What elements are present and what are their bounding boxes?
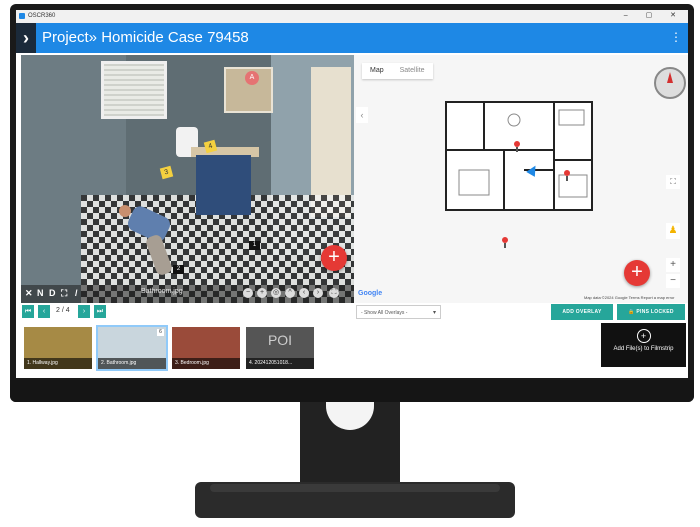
- map-attribution[interactable]: Map data ©2024 Google Terms Report a map…: [584, 295, 674, 300]
- filmstrip-item[interactable]: 3. Bedroom.jpg: [172, 327, 240, 369]
- first-page-button[interactable]: ⏮: [22, 305, 34, 318]
- add-hotspot-button[interactable]: +: [321, 245, 347, 271]
- scene-vanity: [196, 155, 251, 215]
- plus-circle-icon: +: [636, 329, 651, 343]
- tab-map[interactable]: Map: [362, 63, 392, 78]
- street-view-icon[interactable]: ♟: [666, 223, 680, 239]
- window-title: OSCR360: [28, 13, 56, 19]
- add-overlay-button[interactable]: ADD OVERLAY: [551, 304, 613, 320]
- zoom-in-icon[interactable]: +: [257, 288, 267, 298]
- window-titlebar: OSCR360 – ▢ ✕: [16, 10, 688, 23]
- map-pane[interactable]: Map Satellite ‹ ⛶ ♟ + − + Google Map data…: [354, 55, 688, 303]
- monitor-stand-base-top: [210, 484, 500, 492]
- zoom-out-icon[interactable]: −: [243, 288, 253, 298]
- hotspot-pin[interactable]: A: [245, 71, 259, 85]
- app-icon: [19, 13, 25, 19]
- caret-down-icon: ▾: [432, 310, 436, 316]
- app-header: › Project» Homicide Case 79458 ⋮: [16, 23, 688, 53]
- map-fullscreen-icon[interactable]: ⛶: [666, 175, 680, 189]
- page-counter: 2 / 4: [56, 307, 70, 314]
- filmstrip-item[interactable]: POI 4. 202412051018...: [246, 327, 314, 369]
- map-zoom-in-button[interactable]: +: [666, 258, 680, 272]
- filmstrip-item-label: 4. 202412051018...: [246, 358, 314, 369]
- monitor-chin: [10, 380, 694, 402]
- google-logo: Google: [358, 290, 383, 297]
- filmstrip: 1. Hallway.jpg 6 2. Bathroom.jpg 3. Bedr…: [16, 323, 688, 378]
- map-pin[interactable]: [564, 170, 570, 181]
- close-tool-icon[interactable]: ✕: [25, 288, 33, 299]
- filmstrip-item[interactable]: 6 2. Bathroom.jpg: [96, 325, 168, 371]
- map-type-tabs: Map Satellite: [362, 63, 433, 79]
- floorplan-diagram: [445, 101, 593, 211]
- next-page-button[interactable]: ›: [78, 305, 90, 318]
- poi-placeholder: POI: [267, 332, 293, 348]
- evidence-tag-2[interactable]: 2: [173, 265, 184, 274]
- arrow-left-icon[interactable]: ‹: [299, 288, 309, 298]
- tab-satellite[interactable]: Satellite: [392, 63, 433, 78]
- overlays-select[interactable]: - Show All Overlays - ▾: [356, 305, 441, 319]
- project-title: Project» Homicide Case 79458: [42, 29, 249, 46]
- arrow-right-icon[interactable]: ›: [313, 288, 323, 298]
- add-map-pin-button[interactable]: +: [624, 260, 650, 286]
- controls-row: ⏮ ‹ 2 / 4 › ⏭ - Show All Overlays - ▾ AD…: [16, 304, 688, 322]
- kebab-menu-icon[interactable]: ⋮: [670, 30, 682, 44]
- fullscreen-viewer-icon[interactable]: ⛶: [329, 288, 339, 298]
- map-pin[interactable]: [514, 141, 520, 152]
- last-page-button[interactable]: ⏭: [94, 305, 106, 318]
- add-files-button[interactable]: + Add File(s) to Filmstrip: [601, 323, 686, 367]
- evidence-marker-3[interactable]: 3: [159, 165, 174, 180]
- filmstrip-item-label: 1. Hallway.jpg: [24, 358, 92, 369]
- add-files-label: Add File(s) to Filmstrip: [613, 346, 674, 352]
- arrow-up-icon[interactable]: ^: [285, 288, 295, 298]
- filmstrip-item[interactable]: 1. Hallway.jpg: [24, 327, 92, 369]
- current-filename: Bathroom.jpg: [141, 288, 183, 295]
- collapse-panel-icon[interactable]: ‹: [356, 107, 368, 123]
- prev-page-button[interactable]: ‹: [38, 305, 50, 318]
- frame-tool-icon[interactable]: ⛶: [61, 288, 67, 299]
- pins-locked-button[interactable]: 🔒 PINS LOCKED: [617, 304, 685, 320]
- scene-window: [101, 61, 167, 119]
- north-tool-icon[interactable]: N: [37, 288, 44, 298]
- chevron-right-icon[interactable]: ›: [16, 23, 36, 53]
- distance-tool-icon[interactable]: D: [49, 288, 56, 298]
- map-pin[interactable]: [502, 237, 508, 248]
- overlays-select-value: - Show All Overlays -: [361, 310, 408, 316]
- app-screen: OSCR360 – ▢ ✕ › Project» Homicide Case 7…: [16, 10, 688, 378]
- compass-icon[interactable]: [654, 67, 686, 99]
- window-controls[interactable]: – ▢ ✕: [624, 11, 684, 19]
- filmstrip-item-label: 2. Bathroom.jpg: [98, 358, 166, 369]
- filmstrip-item-label: 3. Bedroom.jpg: [172, 358, 240, 369]
- panorama-viewer[interactable]: A 4 3 1 2 + ✕ N D ⛶ / Bathroom.jpg − + ◎…: [21, 55, 354, 303]
- map-zoom-out-button[interactable]: −: [666, 274, 680, 288]
- evidence-tag-1[interactable]: 1: [249, 241, 260, 250]
- reset-view-icon[interactable]: ◎: [271, 288, 281, 298]
- viewer-toolbar: ✕ N D ⛶ / Bathroom.jpg − + ◎ ^ ‹ › ⛶: [21, 285, 354, 303]
- draw-tool-icon[interactable]: /: [75, 288, 78, 298]
- count-badge: 6: [157, 329, 164, 336]
